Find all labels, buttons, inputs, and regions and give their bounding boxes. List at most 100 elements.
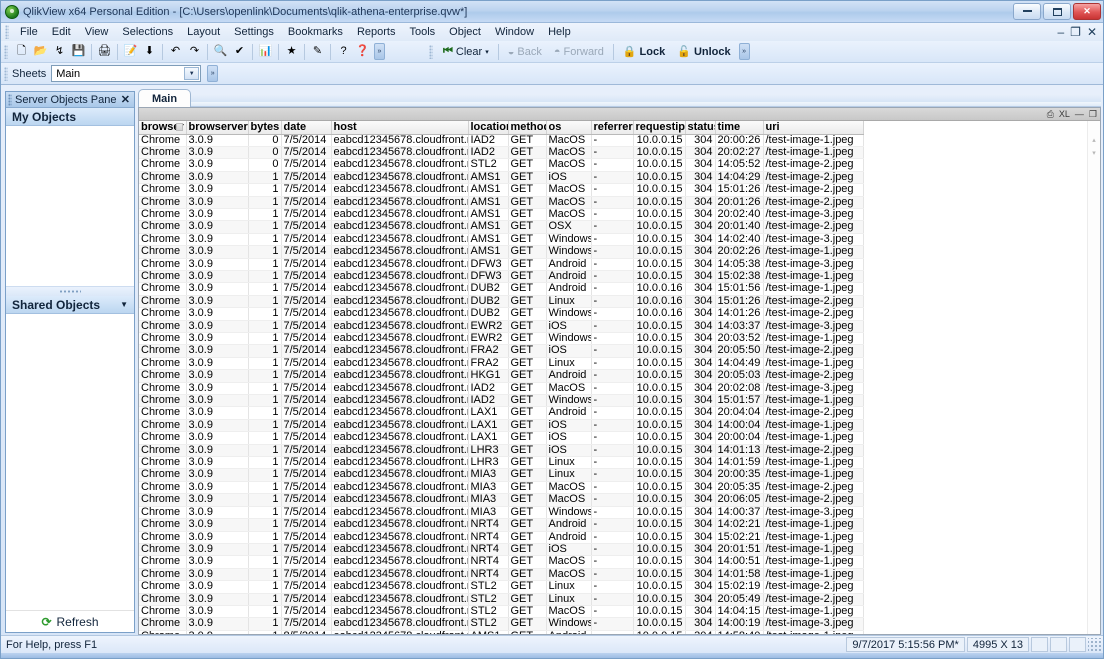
cell-browserversion[interactable]: 3.0.9 (186, 506, 249, 520)
cell-method[interactable]: GET (508, 307, 547, 321)
open-document-icon[interactable]: 📂 (32, 43, 49, 60)
cell-host[interactable]: eabcd12345678.cloudfront.net (331, 220, 469, 234)
cell-requestip[interactable]: 10.0.0.16 (633, 282, 686, 296)
cell-bytes[interactable]: 1 (248, 617, 282, 631)
cell-status[interactable]: 304 (685, 568, 716, 582)
cell-browser[interactable]: Chrome (139, 134, 187, 147)
cell-os[interactable]: Windows (546, 506, 592, 520)
cell-referrer[interactable]: - (591, 568, 634, 582)
cell-host[interactable]: eabcd12345678.cloudfront.net (331, 580, 469, 594)
cell-time[interactable]: 20:02:40 (715, 208, 764, 222)
cell-uri[interactable]: /test-image-2.jpeg (763, 158, 864, 172)
cell-location[interactable]: IAD2 (468, 146, 509, 160)
cell-host[interactable]: eabcd12345678.cloudfront.net (331, 295, 469, 309)
cell-host[interactable]: eabcd12345678.cloudfront.net (331, 146, 469, 160)
menu-item-reports[interactable]: Reports (350, 24, 403, 40)
cell-os[interactable]: Android (546, 369, 592, 383)
cell-bytes[interactable]: 1 (248, 369, 282, 383)
cell-browser[interactable]: Chrome (139, 431, 187, 445)
cell-location[interactable]: AMS1 (468, 220, 509, 234)
column-header-location[interactable]: location (468, 121, 509, 135)
table-row[interactable]: Chrome 3.0.9 1 7/5/2014 eabcd12345678.cloudf… (139, 183, 864, 197)
column-header-method[interactable]: method (508, 121, 547, 135)
cell-status[interactable]: 304 (685, 196, 716, 209)
cell-requestip[interactable]: 10.0.0.15 (633, 258, 686, 271)
cell-date[interactable]: 7/5/2014 (281, 196, 332, 209)
cell-host[interactable]: eabcd12345678.cloudfront.net (331, 419, 469, 433)
cell-requestip[interactable]: 10.0.0.15 (633, 580, 686, 594)
cell-uri[interactable]: /test-image-1.jpeg (763, 394, 864, 408)
cell-browser[interactable]: Chrome (139, 270, 187, 284)
lock-button[interactable]: 🔒 Lock (617, 43, 671, 60)
cell-bytes[interactable]: 1 (248, 456, 282, 470)
cell-os[interactable]: MacOS (546, 146, 592, 160)
cell-status[interactable]: 304 (685, 468, 716, 482)
cell-host[interactable]: eabcd12345678.cloudfront.net (331, 531, 469, 544)
cell-uri[interactable]: /test-image-1.jpeg (763, 245, 864, 259)
cell-uri[interactable]: /test-image-1.jpeg (763, 282, 864, 296)
cell-host[interactable]: eabcd12345678.cloudfront.net (331, 282, 469, 296)
cell-os[interactable]: iOS (546, 344, 592, 358)
cell-os[interactable]: Linux (546, 456, 592, 470)
cell-date[interactable]: 7/5/2014 (281, 158, 332, 172)
table-row[interactable]: Chrome 3.0.9 1 7/5/2014 eabcd12345678.cloudf… (139, 171, 864, 185)
cell-location[interactable]: FRA2 (468, 357, 509, 371)
cell-browserversion[interactable]: 3.0.9 (186, 320, 249, 334)
cell-browser[interactable]: Chrome (139, 146, 187, 160)
cell-host[interactable]: eabcd12345678.cloudfront.net (331, 344, 469, 358)
cell-referrer[interactable]: - (591, 605, 634, 619)
cell-browserversion[interactable]: 3.0.9 (186, 245, 249, 259)
cell-method[interactable]: GET (508, 344, 547, 358)
cell-referrer[interactable]: - (591, 146, 634, 160)
scroll-up-icon[interactable]: ▴ (1092, 137, 1096, 144)
table-row[interactable]: Chrome 3.0.9 1 7/5/2014 eabcd12345678.cloudf… (139, 344, 864, 358)
cell-requestip[interactable]: 10.0.0.15 (633, 196, 686, 209)
cell-browserversion[interactable]: 3.0.9 (186, 493, 249, 507)
cell-uri[interactable]: /test-image-1.jpeg (763, 543, 864, 557)
cell-method[interactable]: GET (508, 270, 547, 284)
table-row[interactable]: Chrome 3.0.9 1 7/5/2014 eabcd12345678.cloudf… (139, 518, 864, 532)
cell-requestip[interactable]: 10.0.0.15 (633, 531, 686, 544)
cell-browser[interactable]: Chrome (139, 357, 187, 371)
cell-method[interactable]: GET (508, 493, 547, 507)
cell-bytes[interactable]: 1 (248, 531, 282, 544)
cell-date[interactable]: 7/5/2014 (281, 419, 332, 433)
cell-referrer[interactable]: - (591, 431, 634, 445)
cell-host[interactable]: eabcd12345678.cloudfront.net (331, 431, 469, 445)
table-row[interactable]: Chrome 3.0.9 0 7/5/2014 eabcd12345678.cloudf… (139, 146, 864, 160)
cell-browserversion[interactable]: 3.0.9 (186, 220, 249, 234)
cell-host[interactable]: eabcd12345678.cloudfront.net (331, 307, 469, 321)
cell-os[interactable]: Android (546, 270, 592, 284)
column-header-referrer[interactable]: referrer (591, 121, 634, 135)
cell-location[interactable]: NRT4 (468, 568, 509, 582)
cell-location[interactable]: AMS1 (468, 208, 509, 222)
cell-bytes[interactable]: 1 (248, 568, 282, 582)
table-row[interactable]: Chrome 3.0.9 1 7/5/2014 eabcd12345678.cloudf… (139, 270, 864, 284)
bookmark-icon[interactable]: ★ (283, 43, 300, 60)
cell-os[interactable]: Windows (546, 245, 592, 259)
cell-location[interactable]: IAD2 (468, 394, 509, 408)
cell-time[interactable]: 20:01:26 (715, 196, 764, 209)
cell-bytes[interactable]: 1 (248, 593, 282, 606)
column-header-host[interactable]: host (331, 121, 469, 135)
menu-item-settings[interactable]: Settings (227, 24, 281, 40)
cell-time[interactable]: 20:05:03 (715, 369, 764, 383)
cell-bytes[interactable]: 1 (248, 481, 282, 495)
cell-referrer[interactable]: - (591, 518, 634, 532)
cell-referrer[interactable]: - (591, 332, 634, 346)
cell-method[interactable]: GET (508, 357, 547, 371)
my-objects-section-header[interactable]: My Objects (6, 108, 134, 126)
cell-referrer[interactable]: - (591, 282, 634, 296)
cell-host[interactable]: eabcd12345678.cloudfront.net (331, 320, 469, 334)
cell-status[interactable]: 304 (685, 382, 716, 396)
cell-date[interactable]: 7/5/2014 (281, 307, 332, 321)
table-row[interactable]: Chrome 3.0.9 1 7/5/2014 eabcd12345678.cloudf… (139, 208, 864, 222)
table-row[interactable]: Chrome 3.0.9 1 7/5/2014 eabcd12345678.cloudf… (139, 369, 864, 383)
cell-requestip[interactable]: 10.0.0.15 (633, 555, 686, 569)
cell-bytes[interactable]: 1 (248, 307, 282, 321)
cell-browser[interactable]: Chrome (139, 617, 187, 631)
close-document-icon[interactable]: ✕ (1087, 25, 1097, 39)
cell-host[interactable]: eabcd12345678.cloudfront.net (331, 183, 469, 197)
cell-bytes[interactable]: 1 (248, 320, 282, 334)
cell-os[interactable]: iOS (546, 444, 592, 458)
